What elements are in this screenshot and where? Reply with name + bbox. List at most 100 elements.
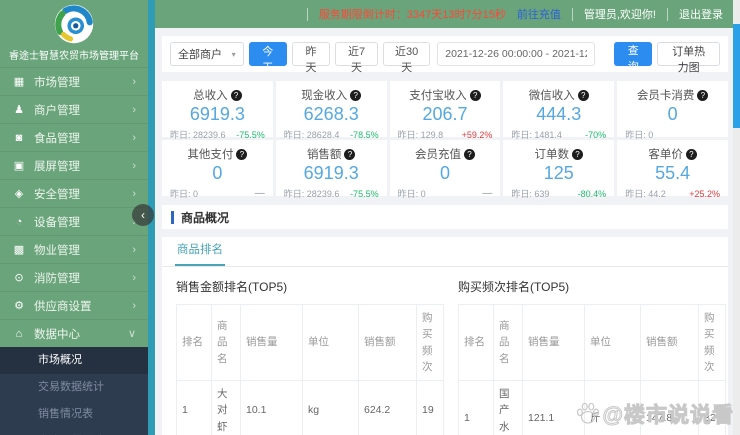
col-goods-name: 商品名 [493, 303, 523, 382]
card-label: 客单价 [648, 149, 683, 161]
col-buy-freq: 购买频次 [416, 303, 444, 382]
col-buy-freq: 购买频次 [698, 303, 726, 382]
col-sales-amt: 销售额 [640, 303, 699, 382]
col-rank: 排名 [458, 303, 494, 382]
help-icon[interactable]: ? [577, 89, 589, 101]
col-sales-qty: 销售量 [522, 303, 585, 382]
range-7days-button[interactable]: 近7天 [335, 42, 378, 74]
stat-card-total-income: 总收入? 6919.3 昨日: 28239.6 -75.5% [162, 81, 273, 140]
power-icon: ◔ [15, 215, 23, 228]
date-range-input[interactable] [437, 42, 596, 66]
sidebar-item-label: 供应商设置 [34, 300, 92, 313]
lock-icon: ◈ [14, 188, 24, 200]
table-header-row: 排名 商品名 销售量 单位 销售额 购买频次 [458, 303, 726, 382]
sidebar-item-merchant[interactable]: ♟ 商户管理 › [0, 95, 148, 123]
goods-section-header: 商品概况 [162, 205, 728, 229]
submenu-item-sales-report[interactable]: 销售情况表 [0, 401, 148, 428]
chevron-down-icon: ▾ [231, 49, 236, 59]
card-label: 会员充值 [414, 149, 461, 161]
merchant-select-value: 全部商户 [178, 49, 222, 61]
card-value: 0 [212, 163, 223, 183]
range-today-button[interactable]: 今天 [248, 42, 287, 74]
card-label: 现金收入 [301, 90, 348, 102]
help-icon[interactable]: ? [344, 148, 356, 160]
platform-title: 睿途士智慧农贸市场管理平台 [9, 51, 139, 62]
stat-card-avg-order-value: 客单价? 55.4 昨日: 44.2 +25.2% [617, 140, 728, 199]
sidebar-item-property[interactable]: ▩ 物业管理 › [0, 235, 148, 263]
sidebar-item-label: 展屏管理 [34, 160, 80, 173]
cell-sales-amt: 624.2 [358, 380, 417, 435]
sidebar-collapse-button[interactable]: ‹ [132, 204, 154, 226]
cell-rank: 1 [176, 380, 212, 435]
sidebar-item-device[interactable]: ◔ 设备管理 › [0, 207, 148, 235]
card-label: 订单数 [534, 149, 570, 161]
camera-icon: ◙ [15, 131, 23, 144]
help-icon[interactable]: ? [685, 148, 697, 160]
chevron-right-icon: › [132, 103, 136, 116]
card-trend: -80.4% [577, 188, 607, 199]
range-30days-button[interactable]: 近30天 [382, 42, 431, 74]
topbar: 服务期限倒计时：3347天13时7分15秒 前往充值 管理员,欢迎你! 退出登录 [155, 0, 733, 28]
card-yesterday: 昨日: 44.2 [625, 189, 666, 199]
card-trend: -70% [585, 129, 607, 140]
stat-card-alipay-income: 支付宝收入? 206.7 昨日: 129.8 +59.2% [389, 81, 501, 140]
submenu-item-market-overview[interactable]: 市场概况 [0, 347, 148, 374]
cell-sales-qty: 121.1 [522, 380, 585, 435]
card-label: 支付宝收入 [409, 90, 467, 102]
card-yesterday: 昨日: 28239.6 [283, 189, 340, 199]
sales-ranking-table: 销售金额排名(TOP5) 排名 商品名 销售量 单位 销售额 购买频次 1 大对… [176, 269, 444, 435]
submenu-item-transaction-stats[interactable]: 交易数据统计 [0, 374, 148, 401]
chevron-right-icon: › [132, 271, 136, 284]
merchant-select[interactable]: 全部商户 ▾ [170, 42, 244, 66]
table-title: 购买频次排名(TOP5) [458, 280, 570, 294]
grid-icon: ▦ [13, 76, 25, 88]
main-content: 全部商户 ▾ 今天 昨天 近7天 近30天 查询 订单热力图 总收入? 6919… [155, 28, 733, 435]
card-label: 销售额 [306, 149, 342, 161]
divider [667, 7, 668, 21]
search-button[interactable]: 查询 [614, 42, 653, 73]
sidebar-item-supplier[interactable]: ⚙ 供应商设置 › [0, 291, 148, 319]
card-trend: -78.5% [350, 129, 379, 140]
help-icon[interactable]: ? [350, 89, 362, 101]
frequency-ranking-table: 购买频次排名(TOP5) 排名 商品名 销售量 单位 销售额 购买频次 1 国产… [458, 269, 726, 435]
sidebar-item-label: 市场管理 [34, 76, 80, 89]
help-icon[interactable]: ? [230, 89, 242, 101]
sidebar-item-screen[interactable]: ▣ 展屏管理 › [0, 151, 148, 179]
card-value: 6919.3 [303, 163, 359, 183]
help-icon[interactable]: ? [463, 148, 475, 160]
help-icon[interactable]: ? [697, 89, 709, 101]
card-label: 其他支付 [187, 149, 234, 161]
range-yesterday-button[interactable]: 昨天 [291, 42, 331, 74]
table-header-row: 排名 商品名 销售量 单位 销售额 购买频次 [176, 303, 444, 382]
service-countdown: 服务期限倒计时：3347天13时7分15秒 [318, 9, 506, 21]
chevron-right-icon: › [132, 299, 136, 312]
divider [306, 7, 308, 21]
chevron-right-icon: › [132, 75, 136, 88]
chevron-right-icon: › [132, 187, 136, 200]
filter-bar: 全部商户 ▾ 今天 昨天 近7天 近30天 查询 订单热力图 [162, 36, 728, 74]
sidebar-item-label: 食品管理 [34, 132, 80, 145]
order-heatmap-button[interactable]: 订单热力图 [657, 42, 720, 74]
sidebar-item-security[interactable]: ◈ 安全管理 › [0, 179, 148, 207]
help-icon[interactable]: ? [469, 89, 481, 101]
sidebar-item-datacenter[interactable]: ⌂ 数据中心 ∨ [0, 319, 148, 347]
help-icon[interactable]: ? [572, 148, 584, 160]
stat-card-wechat-income: 微信收入? 444.3 昨日: 1481.4 -70% [503, 81, 615, 140]
page-scrollbar[interactable] [733, 0, 740, 435]
sidebar-item-fire[interactable]: ⊙ 消防管理 › [0, 263, 148, 291]
help-icon[interactable]: ? [236, 148, 248, 160]
tab-goods-ranking[interactable]: 商品排名 [175, 237, 225, 266]
cell-sales-amt: 147.8 [640, 380, 699, 435]
card-value: 6268.3 [303, 104, 359, 124]
cell-goods-name: 国产水果 [493, 380, 523, 435]
submenu-item-visitor-stats[interactable]: 客流人数统计 [0, 428, 148, 435]
scrollbar-thumb[interactable] [733, 24, 740, 128]
card-trend: +25.2% [689, 188, 720, 199]
logout-button[interactable]: 退出登录 [679, 6, 723, 22]
sidebar-item-food[interactable]: ◙ 食品管理 › [0, 123, 148, 151]
card-label: 总收入 [193, 90, 228, 102]
stat-card-order-count: 订单数? 125 昨日: 639 -80.4% [503, 140, 615, 199]
sidebar-item-market[interactable]: ▦ 市场管理 › [0, 67, 148, 95]
col-unit: 单位 [302, 303, 359, 382]
recharge-link[interactable]: 前往充值 [517, 6, 561, 22]
